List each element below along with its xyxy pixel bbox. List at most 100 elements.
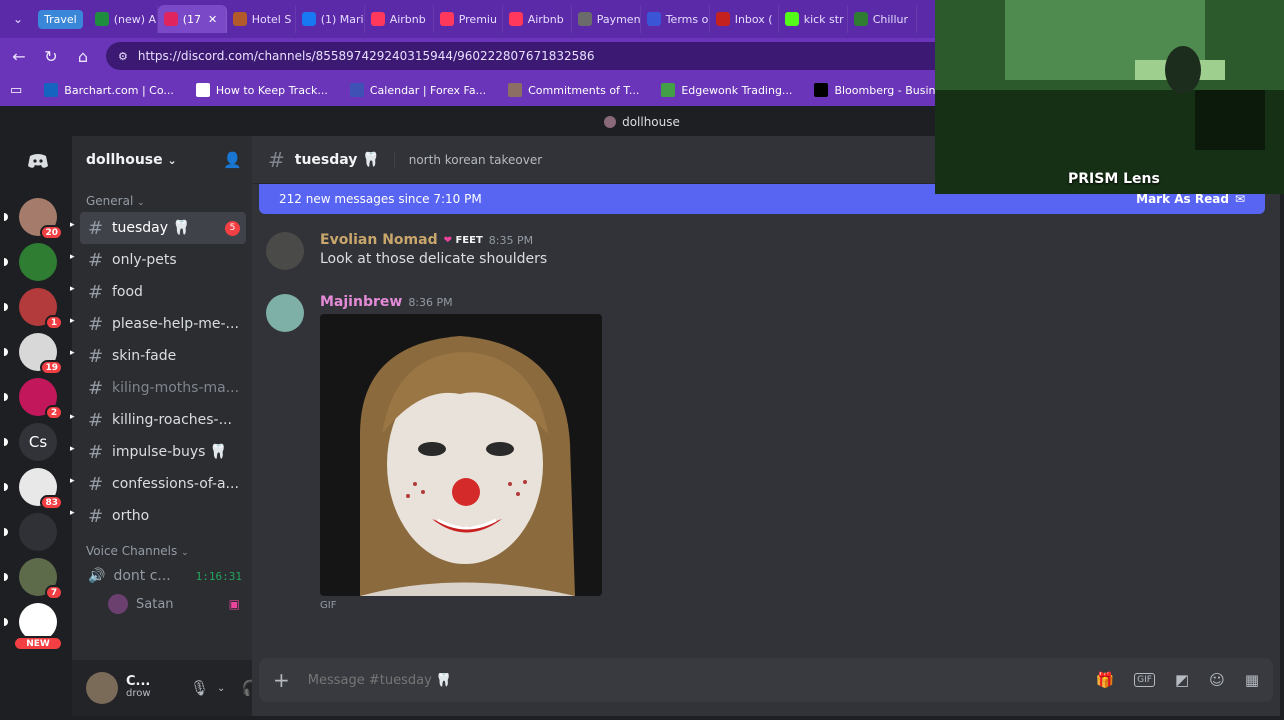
browser-tab[interactable]: (1) Mari	[296, 5, 365, 33]
bookmark-label: Edgewonk Trading...	[681, 83, 793, 97]
tab-title: Premiu	[458, 12, 497, 26]
webcam-label: PRISM Lens	[1068, 171, 1160, 187]
new-badge: NEW	[13, 636, 63, 651]
browser-tab[interactable]: (17 ✕	[157, 5, 227, 33]
channel-name: skin-fade	[112, 348, 177, 364]
message-input[interactable]	[307, 672, 1078, 688]
bookmark-item[interactable]: Calendar | Forex Fa...	[349, 83, 487, 97]
server-icon[interactable]: 7	[19, 558, 63, 600]
browser-tab[interactable]: Paymen	[572, 5, 641, 33]
message-author[interactable]: Evolian Nomad	[320, 232, 438, 248]
bookmark-item[interactable]: Barchart.com | Co...	[44, 83, 174, 97]
browser-tab[interactable]: Chillur	[848, 5, 917, 33]
microphone-icon[interactable]: 🎙	[190, 679, 209, 697]
server-header[interactable]: dollhouse ⌄ 👤	[72, 136, 252, 184]
browser-tab[interactable]: Inbox (	[710, 5, 779, 33]
tab-favicon-icon	[370, 12, 385, 26]
discord-home-icon[interactable]	[19, 142, 57, 180]
chevron-down-icon[interactable]: ⌄	[217, 683, 225, 694]
channel-item[interactable]: ▸ # please-help-me-...	[70, 308, 246, 340]
unread-pill	[4, 213, 8, 221]
server-icon[interactable]: 1	[19, 288, 63, 330]
mention-badge: 20	[40, 225, 63, 240]
browser-tab[interactable]: Hotel S	[227, 5, 296, 33]
channel-item[interactable]: ▸ # confessions-of-a...	[70, 468, 246, 500]
gif-icon[interactable]: GIF	[1134, 673, 1155, 687]
tab-group-travel[interactable]: Travel	[38, 9, 83, 29]
channel-item[interactable]: # kiling-moths-ma...	[80, 372, 246, 404]
channel-topic[interactable]: north korean takeover	[409, 153, 542, 167]
bookmark-item[interactable]: Edgewonk Trading...	[661, 83, 792, 97]
server-icon[interactable]: 83	[19, 468, 63, 510]
bookmark-item[interactable]: Commitments of T...	[508, 83, 639, 97]
channel-name: tuesday 🦷	[112, 220, 190, 236]
server-icon[interactable]: 19	[19, 333, 63, 375]
back-arrow-icon[interactable]: ←	[10, 47, 28, 66]
server-icon[interactable]: 20	[19, 198, 63, 240]
site-info-icon[interactable]: ⚙	[118, 50, 128, 63]
mark-as-read-button[interactable]: Mark As Read	[1136, 192, 1229, 206]
home-icon[interactable]: ⌂	[74, 47, 92, 66]
sticker-icon[interactable]: ◩	[1175, 671, 1189, 689]
tab-title: Inbox (	[734, 12, 773, 26]
tab-title: Hotel S	[251, 12, 292, 26]
apps-icon[interactable]: ▦	[1245, 671, 1259, 689]
server-icon[interactable]: Cs	[19, 423, 57, 461]
browser-tab[interactable]: Premiu	[434, 5, 503, 33]
browser-tab[interactable]: Airbnb	[503, 5, 572, 33]
category-voice[interactable]: Voice Channels ⌄	[72, 532, 252, 562]
add-attachment-icon[interactable]: +	[273, 668, 290, 692]
message-author[interactable]: Majinbrew	[320, 294, 402, 310]
hash-icon: #	[88, 281, 104, 303]
channel-item[interactable]: ▸ # only-pets	[70, 244, 246, 276]
unread-pill	[4, 258, 8, 266]
bookmark-item[interactable]: How to Keep Track...	[195, 83, 328, 97]
browser-tab[interactable]: kick str	[779, 5, 848, 33]
browser-tab[interactable]: Airbnb	[365, 5, 434, 33]
channel-item[interactable]: ▸ # tuesday 🦷 5	[70, 212, 246, 244]
category-general[interactable]: General ⌄	[72, 184, 252, 212]
browser-tab[interactable]: Terms o	[641, 5, 710, 33]
gift-icon[interactable]: 🎁	[1095, 671, 1114, 689]
chevron-down-icon: ⌄	[167, 154, 177, 167]
reload-icon[interactable]: ↻	[42, 47, 60, 66]
channel-item[interactable]: ▸ # skin-fade	[70, 340, 246, 372]
channel-item[interactable]: ▸ # food	[70, 276, 246, 308]
streaming-icon: ▣	[228, 597, 240, 611]
channel-name: killing-roaches-...	[112, 412, 232, 428]
gif-attachment[interactable]	[320, 314, 602, 596]
voice-channel[interactable]: 🔊 dont c... 1:16:31	[80, 562, 246, 590]
channel-item[interactable]: ▸ # ortho	[70, 500, 246, 532]
bookmark-label: Calendar | Forex Fa...	[369, 83, 487, 97]
mark-read-icon: ✉	[1234, 192, 1245, 206]
url-text: https://discord.com/channels/85589742924…	[137, 49, 595, 63]
channel-name: only-pets	[112, 252, 177, 268]
tab-favicon-icon	[508, 12, 523, 26]
bookmarks-menu-icon[interactable]: ▭	[10, 83, 22, 98]
server-icon[interactable]	[19, 243, 57, 281]
avatar[interactable]	[266, 232, 304, 270]
voice-member[interactable]: Satan ▣	[80, 590, 246, 618]
avatar[interactable]	[86, 672, 118, 704]
channel-item[interactable]: ▸ # killing-roaches-...	[70, 404, 246, 436]
server-icon[interactable]: NEW	[13, 603, 63, 651]
unread-indicator-icon: ▸	[70, 252, 75, 262]
tab-search-chevron-icon[interactable]: ⌄	[6, 7, 30, 31]
message: Evolian Nomad ❤ FEET 8:35 PM Look at tho…	[266, 232, 547, 270]
bookmark-favicon-icon	[44, 83, 59, 97]
server-icon[interactable]	[19, 513, 57, 551]
channel-item[interactable]: ▸ # impulse-buys 🦷	[70, 436, 246, 468]
avatar[interactable]	[266, 294, 304, 332]
message: Majinbrew 8:36 PM GIF	[266, 294, 602, 611]
bookmark-item[interactable]: Bloomberg - Busin...	[814, 83, 946, 97]
unread-pill	[4, 438, 8, 446]
message-time: 8:35 PM	[488, 233, 534, 247]
close-icon[interactable]: ✕	[208, 13, 217, 26]
browser-tab[interactable]: (new) A	[89, 5, 158, 33]
webcam-feed	[935, 0, 1284, 194]
tab-favicon-icon	[94, 12, 109, 26]
add-member-icon[interactable]: 👤	[223, 151, 242, 169]
username: C...	[126, 674, 151, 689]
server-icon[interactable]: 2	[19, 378, 63, 420]
emoji-icon[interactable]: ☺	[1209, 671, 1225, 689]
